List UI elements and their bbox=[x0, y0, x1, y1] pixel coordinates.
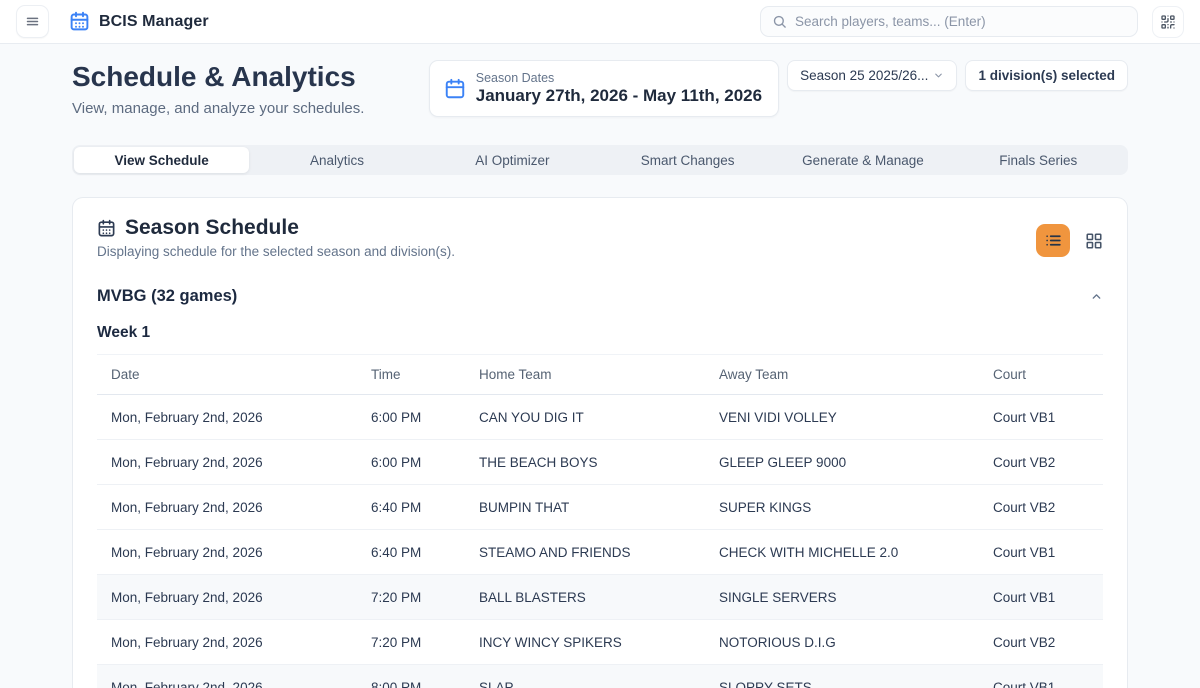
cell-date: Mon, February 2nd, 2026 bbox=[111, 500, 371, 515]
cell-time: 8:00 PM bbox=[371, 680, 479, 688]
table-row[interactable]: Mon, February 2nd, 20267:20 PMBALL BLAST… bbox=[97, 575, 1103, 620]
grid-view-button[interactable] bbox=[1085, 232, 1103, 250]
cell-court: Court VB2 bbox=[993, 455, 1103, 470]
calendar-logo-icon bbox=[69, 11, 90, 32]
cell-away: SUPER KINGS bbox=[719, 500, 993, 515]
page-title: Schedule & Analytics bbox=[72, 60, 364, 94]
global-search[interactable] bbox=[760, 6, 1138, 37]
column-header-home-team: Home Team bbox=[479, 367, 719, 382]
card-subtitle: Displaying schedule for the selected sea… bbox=[97, 244, 455, 259]
cell-court: Court VB1 bbox=[993, 545, 1103, 560]
divisions-selected-label: 1 division(s) selected bbox=[978, 68, 1115, 83]
cell-away: CHECK WITH MICHELLE 2.0 bbox=[719, 545, 993, 560]
cell-home: BUMPIN THAT bbox=[479, 500, 719, 515]
cell-time: 7:20 PM bbox=[371, 635, 479, 650]
collapse-button[interactable] bbox=[1090, 290, 1103, 303]
schedule-table: Date Time Home Team Away Team Court Mon,… bbox=[97, 354, 1103, 688]
tab-bar: View Schedule Analytics AI Optimizer Sma… bbox=[72, 145, 1128, 175]
hamburger-menu-button[interactable] bbox=[16, 5, 49, 38]
search-icon bbox=[772, 14, 787, 29]
column-header-date: Date bbox=[111, 367, 371, 382]
cell-date: Mon, February 2nd, 2026 bbox=[111, 635, 371, 650]
table-row[interactable]: Mon, February 2nd, 20266:40 PMSTEAMO AND… bbox=[97, 530, 1103, 575]
divisions-selected-button[interactable]: 1 division(s) selected bbox=[965, 60, 1128, 91]
cell-time: 6:00 PM bbox=[371, 410, 479, 425]
season-select[interactable]: Season 25 2025/26... bbox=[787, 60, 957, 91]
calendar-icon bbox=[444, 78, 466, 100]
cell-time: 6:40 PM bbox=[371, 545, 479, 560]
app-brand[interactable]: BCIS Manager bbox=[69, 11, 209, 32]
cell-date: Mon, February 2nd, 2026 bbox=[111, 545, 371, 560]
app-title: BCIS Manager bbox=[99, 13, 209, 31]
cell-time: 6:40 PM bbox=[371, 500, 479, 515]
cell-date: Mon, February 2nd, 2026 bbox=[111, 590, 371, 605]
cell-home: STEAMO AND FRIENDS bbox=[479, 545, 719, 560]
cell-home: INCY WINCY SPIKERS bbox=[479, 635, 719, 650]
cell-away: SINGLE SERVERS bbox=[719, 590, 993, 605]
season-select-value: Season 25 2025/26... bbox=[800, 68, 928, 83]
column-header-away-team: Away Team bbox=[719, 367, 993, 382]
season-dates-card: Season Dates January 27th, 2026 - May 11… bbox=[429, 60, 779, 117]
cell-away: GLEEP GLEEP 9000 bbox=[719, 455, 993, 470]
cell-court: Court VB2 bbox=[993, 635, 1103, 650]
cell-date: Mon, February 2nd, 2026 bbox=[111, 410, 371, 425]
cell-away: VENI VIDI VOLLEY bbox=[719, 410, 993, 425]
table-row[interactable]: Mon, February 2nd, 20266:40 PMBUMPIN THA… bbox=[97, 485, 1103, 530]
tab-view-schedule[interactable]: View Schedule bbox=[74, 147, 249, 173]
chevron-up-icon bbox=[1090, 290, 1103, 303]
season-dates-label: Season Dates bbox=[476, 71, 762, 85]
search-input[interactable] bbox=[795, 14, 1126, 29]
table-header-row: Date Time Home Team Away Team Court bbox=[97, 355, 1103, 395]
week-title: Week 1 bbox=[97, 324, 1103, 342]
table-row[interactable]: Mon, February 2nd, 20266:00 PMTHE BEACH … bbox=[97, 440, 1103, 485]
page-subtitle: View, manage, and analyze your schedules… bbox=[72, 100, 364, 117]
cell-time: 6:00 PM bbox=[371, 455, 479, 470]
page-header: Schedule & Analytics View, manage, and a… bbox=[72, 60, 1128, 117]
cell-court: Court VB1 bbox=[993, 590, 1103, 605]
table-row[interactable]: Mon, February 2nd, 20266:00 PMCAN YOU DI… bbox=[97, 395, 1103, 440]
column-header-time: Time bbox=[371, 367, 479, 382]
tab-generate-manage[interactable]: Generate & Manage bbox=[775, 147, 950, 173]
cell-home: BALL BLASTERS bbox=[479, 590, 719, 605]
cell-court: Court VB2 bbox=[993, 500, 1103, 515]
season-schedule-card: Season Schedule Displaying schedule for … bbox=[72, 197, 1128, 688]
card-title: Season Schedule bbox=[125, 216, 299, 240]
list-view-icon bbox=[1045, 232, 1062, 249]
table-row[interactable]: Mon, February 2nd, 20268:00 PMSLAPSLOPPY… bbox=[97, 665, 1103, 688]
cell-away: NOTORIOUS D.I.G bbox=[719, 635, 993, 650]
qr-scan-button[interactable] bbox=[1152, 6, 1184, 38]
hamburger-icon bbox=[25, 14, 40, 29]
chevron-down-icon bbox=[933, 70, 944, 81]
tab-finals-series[interactable]: Finals Series bbox=[951, 147, 1126, 173]
table-body: Mon, February 2nd, 20266:00 PMCAN YOU DI… bbox=[97, 395, 1103, 688]
cell-time: 7:20 PM bbox=[371, 590, 479, 605]
cell-date: Mon, February 2nd, 2026 bbox=[111, 455, 371, 470]
cell-home: THE BEACH BOYS bbox=[479, 455, 719, 470]
cell-court: Court VB1 bbox=[993, 410, 1103, 425]
cell-home: SLAP bbox=[479, 680, 719, 688]
calendar-icon bbox=[97, 219, 116, 238]
table-row[interactable]: Mon, February 2nd, 20267:20 PMINCY WINCY… bbox=[97, 620, 1103, 665]
tab-ai-optimizer[interactable]: AI Optimizer bbox=[425, 147, 600, 173]
tab-analytics[interactable]: Analytics bbox=[249, 147, 424, 173]
tab-smart-changes[interactable]: Smart Changes bbox=[600, 147, 775, 173]
cell-away: SLOPPY SETS bbox=[719, 680, 993, 688]
season-dates-value: January 27th, 2026 - May 11th, 2026 bbox=[476, 86, 762, 106]
list-view-button[interactable] bbox=[1036, 224, 1070, 257]
cell-home: CAN YOU DIG IT bbox=[479, 410, 719, 425]
top-bar: BCIS Manager bbox=[0, 0, 1200, 44]
column-header-court: Court bbox=[993, 367, 1103, 382]
cell-date: Mon, February 2nd, 2026 bbox=[111, 680, 371, 688]
division-group-title: MVBG (32 games) bbox=[97, 287, 237, 306]
division-group-header[interactable]: MVBG (32 games) bbox=[97, 287, 1103, 306]
qr-code-icon bbox=[1160, 14, 1176, 30]
cell-court: Court VB1 bbox=[993, 680, 1103, 688]
grid-view-icon bbox=[1085, 232, 1103, 250]
